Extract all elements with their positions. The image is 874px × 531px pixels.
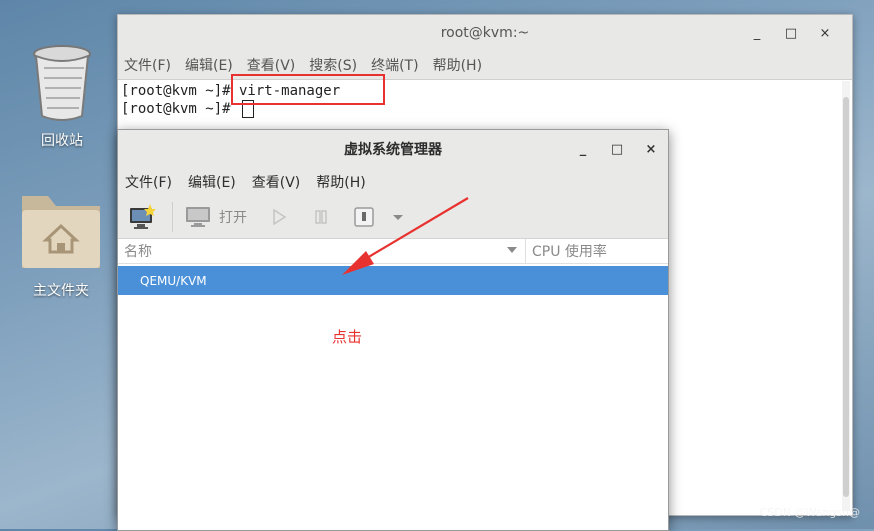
monitor-icon [186,207,210,227]
pause-icon [315,210,327,224]
column-header-cpu-label: CPU 使用率 [532,244,607,260]
terminal-window-controls: _ □ × [740,15,842,51]
watermark: CSDN @Wangsh@ [759,506,860,519]
vmm-window[interactable]: 虚拟系统管理器 _ □ × 文件(F) 编辑(E) 查看(V) 帮助(H) 打开… [117,129,669,531]
vmm-titlebar[interactable]: 虚拟系统管理器 _ □ × [118,130,668,168]
shutdown-menu-dropdown[interactable] [391,210,405,224]
play-icon [273,208,287,226]
folder-home-icon [22,196,100,268]
vmm-menu-edit[interactable]: 编辑(E) [188,172,236,192]
chevron-down-icon [393,215,403,220]
desktop-home-folder[interactable]: 主文件夹 [16,188,106,300]
connection-label: QEMU/KVM [140,273,207,288]
vmm-menu-file[interactable]: 文件(F) [125,172,172,192]
column-dropdown-icon[interactable] [507,247,517,253]
minimize-icon[interactable]: _ [566,142,600,157]
vmm-toolbar: 打开 [118,196,668,239]
trash-icon [33,45,91,121]
new-vm-icon [130,204,156,229]
pause-button[interactable] [311,207,331,227]
power-icon [354,207,374,227]
open-button[interactable]: 打开 [185,206,247,228]
menu-file[interactable]: 文件(F) [124,55,171,75]
scrollbar-thumb[interactable] [843,97,849,497]
vmm-menu-view[interactable]: 查看(V) [252,172,301,192]
menu-search[interactable]: 搜索(S) [309,55,357,75]
desktop-trash[interactable]: 回收站 [17,44,107,150]
command-highlight-box [231,74,385,105]
shutdown-button[interactable] [353,206,375,228]
column-header-name[interactable]: 名称 [118,239,526,263]
terminal-scrollbar[interactable] [842,81,850,511]
trash-label: 回收站 [41,133,83,149]
menu-edit[interactable]: 编辑(E) [185,55,233,75]
column-header-cpu[interactable]: CPU 使用率 [526,241,607,261]
terminal-output[interactable]: [root@kvm ~]# virt-manager [root@kvm ~]# [118,80,852,118]
maximize-icon[interactable]: □ [774,26,808,41]
vmm-menu-help[interactable]: 帮助(H) [316,172,365,192]
annotation-label: 点击 [332,328,363,346]
new-vm-button[interactable] [128,204,156,230]
run-button[interactable] [269,207,289,227]
menu-view[interactable]: 查看(V) [247,55,296,75]
vmm-menubar: 文件(F) 编辑(E) 查看(V) 帮助(H) [118,168,668,196]
close-icon[interactable]: × [634,142,668,157]
home-folder-label: 主文件夹 [33,283,89,299]
column-header-row: 名称 CPU 使用率 [118,239,668,264]
connection-row-qemu-kvm[interactable]: QEMU/KVM [118,266,668,295]
minimize-icon[interactable]: _ [740,26,774,41]
column-header-name-label: 名称 [124,244,152,260]
toolbar-separator [172,202,173,232]
open-button-label: 打开 [219,210,247,226]
vmm-window-controls: _ □ × [566,130,668,168]
terminal-prompt: [root@kvm ~]# [121,101,240,117]
terminal-menubar: 文件(F) 编辑(E) 查看(V) 搜索(S) 终端(T) 帮助(H) [118,51,852,80]
vmm-title: 虚拟系统管理器 [344,142,442,158]
maximize-icon[interactable]: □ [600,142,634,157]
terminal-titlebar[interactable]: root@kvm:~ _ □ × [118,15,852,51]
menu-help[interactable]: 帮助(H) [433,55,482,75]
close-icon[interactable]: × [808,26,842,41]
terminal-title: root@kvm:~ [440,25,530,41]
menu-terminal[interactable]: 终端(T) [371,55,418,75]
